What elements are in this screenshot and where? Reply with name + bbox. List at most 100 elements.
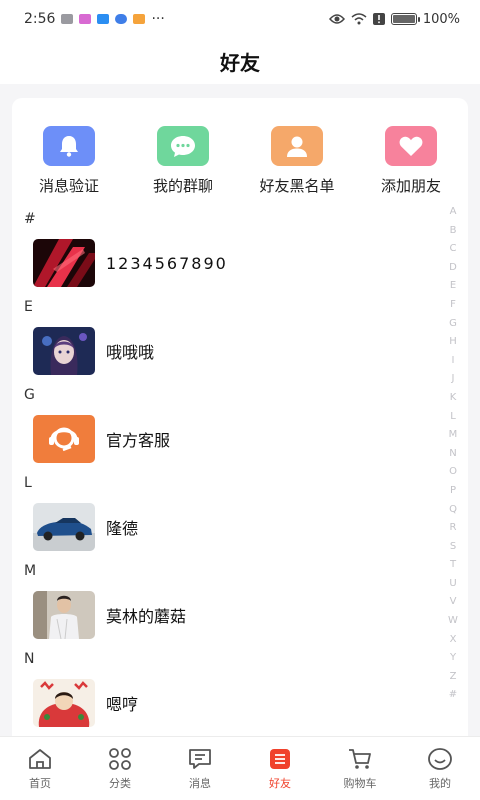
alphabet-index-letter[interactable]: U <box>449 575 456 594</box>
alphabet-index-letter[interactable]: K <box>450 389 457 408</box>
profile-smile-icon <box>428 747 452 770</box>
quick-action-label: 我的群聊 <box>152 177 213 195</box>
contact-row[interactable]: 嗯哼 <box>12 670 442 736</box>
message-icon <box>189 748 211 769</box>
alphabet-index-letter[interactable]: Q <box>449 501 457 520</box>
alphabet-index-letter[interactable]: L <box>450 408 456 427</box>
status-time: 2:56 <box>24 11 56 27</box>
cartoon-avatar <box>33 679 95 727</box>
alphabet-index-letter[interactable]: E <box>450 277 456 296</box>
alphabet-index-letter[interactable]: O <box>449 463 457 482</box>
contact-row[interactable]: 莫林的蘑菇 <box>12 582 442 648</box>
quick-action-my-groups[interactable]: 我的群聊 <box>126 126 240 196</box>
cart-icon <box>349 748 371 769</box>
quick-action-blacklist[interactable]: 好友黑名单 <box>240 126 354 196</box>
category-icon <box>109 747 131 770</box>
alphabet-index-letter[interactable]: X <box>450 631 457 650</box>
contact-row[interactable]: 哦哦哦 <box>12 318 442 384</box>
page-title: 好友 <box>220 50 260 75</box>
battery-percent: 100% <box>422 11 460 27</box>
header: 好友 <box>0 38 480 84</box>
alphabet-index-letter[interactable]: A <box>450 203 457 222</box>
notification-icon <box>97 14 110 24</box>
alphabet-index-letter[interactable]: J <box>452 370 455 389</box>
notification-icon <box>61 14 74 24</box>
section-header: # <box>24 211 36 227</box>
notification-icon <box>115 14 128 24</box>
heart-icon <box>385 126 437 166</box>
battery-icon <box>390 13 420 25</box>
alphabet-index-letter[interactable]: C <box>450 240 457 259</box>
alphabet-index-letter[interactable]: I <box>452 352 455 371</box>
alphabet-index-letter[interactable]: H <box>449 333 457 352</box>
tab-label: 我的 <box>429 776 451 790</box>
section-header: N <box>24 651 35 667</box>
alphabet-index-letter[interactable]: F <box>450 296 456 315</box>
alphabet-index-letter[interactable]: R <box>450 519 457 538</box>
quick-action-label: 添加朋友 <box>380 177 441 195</box>
quick-action-add-friend[interactable]: 添加朋友 <box>354 126 468 196</box>
alphabet-index-letter[interactable]: S <box>450 538 456 557</box>
tab-label: 购物车 <box>343 776 377 790</box>
customer-service-avatar <box>33 415 95 463</box>
red-abstract-avatar <box>33 239 95 287</box>
friends-card: 消息验证 我的群聊 好友黑名单 添加朋友 # 1234567890 E 哦哦哦 … <box>12 98 468 758</box>
alphabet-index-letter[interactable]: B <box>450 222 457 241</box>
tab-friends[interactable]: 好友 <box>240 737 320 800</box>
alert-icon <box>372 13 385 25</box>
alphabet-index[interactable]: A B C D E F G H I J K L M N O P Q R S T U V W X Y Z # <box>446 203 460 705</box>
section-header: M <box>24 563 37 579</box>
contact-name: 1234567890 <box>106 253 228 273</box>
battery-level <box>392 15 415 23</box>
alphabet-index-letter[interactable]: P <box>450 482 456 501</box>
tab-cart[interactable]: 购物车 <box>320 737 400 800</box>
alphabet-index-letter[interactable]: N <box>449 445 456 464</box>
alphabet-index-letter[interactable]: G <box>449 315 457 334</box>
tab-category[interactable]: 分类 <box>80 737 160 800</box>
tab-home[interactable]: 首页 <box>0 737 80 800</box>
person-icon <box>271 126 323 166</box>
status-bar: 2:56 ··· 100% <box>0 0 480 38</box>
quick-actions: 消息验证 我的群聊 好友黑名单 添加朋友 <box>12 126 468 196</box>
section-header: L <box>24 475 32 491</box>
tab-label: 好友 <box>269 776 291 790</box>
quick-action-label: 消息验证 <box>38 177 99 195</box>
notification-icon <box>133 14 146 24</box>
contact-name: 莫林的蘑菇 <box>106 607 187 626</box>
more-notifications: ··· <box>151 11 165 27</box>
alphabet-index-letter[interactable]: W <box>448 612 458 631</box>
contact-name: 嗯哼 <box>106 695 139 714</box>
contact-row[interactable]: 隆德 <box>12 494 442 560</box>
tab-messages[interactable]: 消息 <box>160 737 240 800</box>
contact-row[interactable]: 官方客服 <box>12 406 442 472</box>
home-icon <box>29 748 51 769</box>
notification-icon <box>79 14 92 24</box>
tab-profile[interactable]: 我的 <box>400 737 480 800</box>
alphabet-index-letter[interactable]: V <box>450 593 457 612</box>
bell-icon <box>43 126 95 166</box>
tab-label: 消息 <box>189 776 211 790</box>
alphabet-index-letter[interactable]: T <box>450 556 456 575</box>
contact-row[interactable]: 1234567890 <box>12 230 442 296</box>
wifi-icon <box>351 13 367 25</box>
eye-icon <box>328 14 345 24</box>
alphabet-index-letter[interactable]: D <box>449 259 457 278</box>
tab-label: 分类 <box>109 776 131 790</box>
person-photo-avatar <box>33 591 95 639</box>
blue-car-avatar <box>33 503 95 551</box>
anime-girl-avatar <box>33 327 95 375</box>
tab-label: 首页 <box>29 776 51 790</box>
contact-name: 哦哦哦 <box>106 343 155 362</box>
alphabet-index-letter[interactable]: M <box>449 426 458 445</box>
quick-action-message-verify[interactable]: 消息验证 <box>12 126 126 196</box>
alphabet-index-letter[interactable]: Y <box>450 649 456 668</box>
friends-list-icon <box>270 748 290 769</box>
section-header: E <box>24 299 33 315</box>
contact-list: # 1234567890 E 哦哦哦 G 官方客服 L 隆德 M 莫林的蘑菇 N… <box>12 208 442 736</box>
alphabet-index-letter[interactable]: Z <box>450 668 457 687</box>
contact-name: 官方客服 <box>106 431 171 450</box>
section-header: G <box>24 387 35 403</box>
contact-name: 隆德 <box>106 519 139 538</box>
alphabet-index-letter[interactable]: # <box>449 686 457 705</box>
chat-bubble-icon <box>157 126 209 166</box>
